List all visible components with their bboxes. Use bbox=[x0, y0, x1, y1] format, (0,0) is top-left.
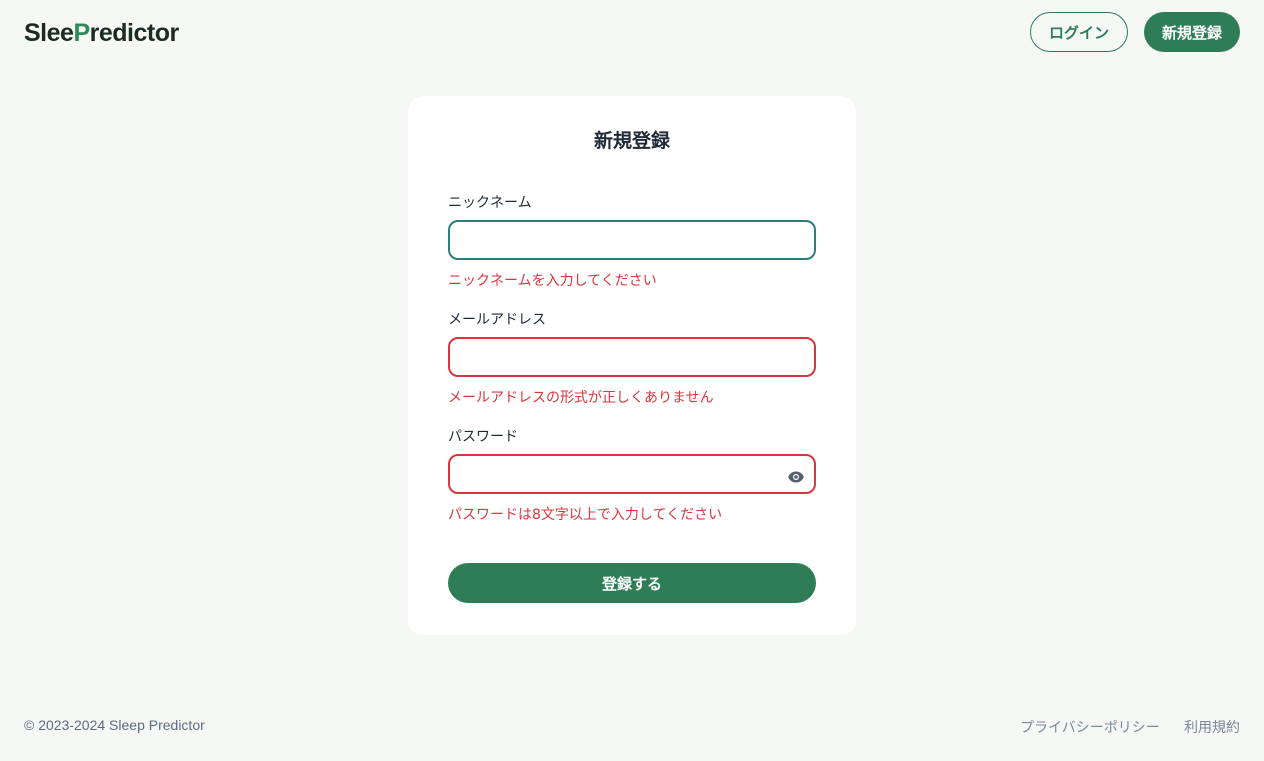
signup-card: 新規登録 ニックネーム ニックネームを入力してください メールアドレス メールア… bbox=[408, 96, 856, 635]
show-password-eye-icon[interactable] bbox=[788, 468, 804, 483]
password-label: パスワード bbox=[448, 429, 518, 445]
privacy-policy-link[interactable]: プライバシーポリシー bbox=[1020, 717, 1160, 737]
terms-link[interactable]: 利用規約 bbox=[1184, 717, 1240, 737]
email-error: メールアドレスの形式が正しくありません bbox=[448, 390, 714, 406]
login-button[interactable]: ログイン bbox=[1030, 12, 1128, 52]
email-label: メールアドレス bbox=[448, 312, 546, 328]
logo-p-mark-icon: P bbox=[73, 19, 90, 47]
footer-copyright: © 2023-2024 Sleep Predictor bbox=[24, 717, 205, 733]
logo-text-end: redictor bbox=[89, 19, 180, 47]
nickname-error: ニックネームを入力してください bbox=[448, 273, 657, 289]
nickname-input[interactable] bbox=[448, 220, 816, 260]
site-header: SleePredictor ログイン 新規登録 bbox=[0, 0, 1264, 64]
logo-text-start: Slee bbox=[24, 19, 74, 47]
register-submit-button[interactable]: 登録する bbox=[448, 563, 816, 603]
signup-button[interactable]: 新規登録 bbox=[1144, 12, 1240, 52]
page-title: 新規登録 bbox=[593, 130, 670, 152]
email-input[interactable] bbox=[448, 337, 816, 377]
password-input[interactable] bbox=[448, 454, 816, 494]
password-error: パスワードは8文字以上で入力してください bbox=[448, 507, 723, 523]
sleep-predictor-logo[interactable]: SleePredictor bbox=[24, 19, 179, 47]
nickname-label: ニックネーム bbox=[448, 195, 532, 211]
